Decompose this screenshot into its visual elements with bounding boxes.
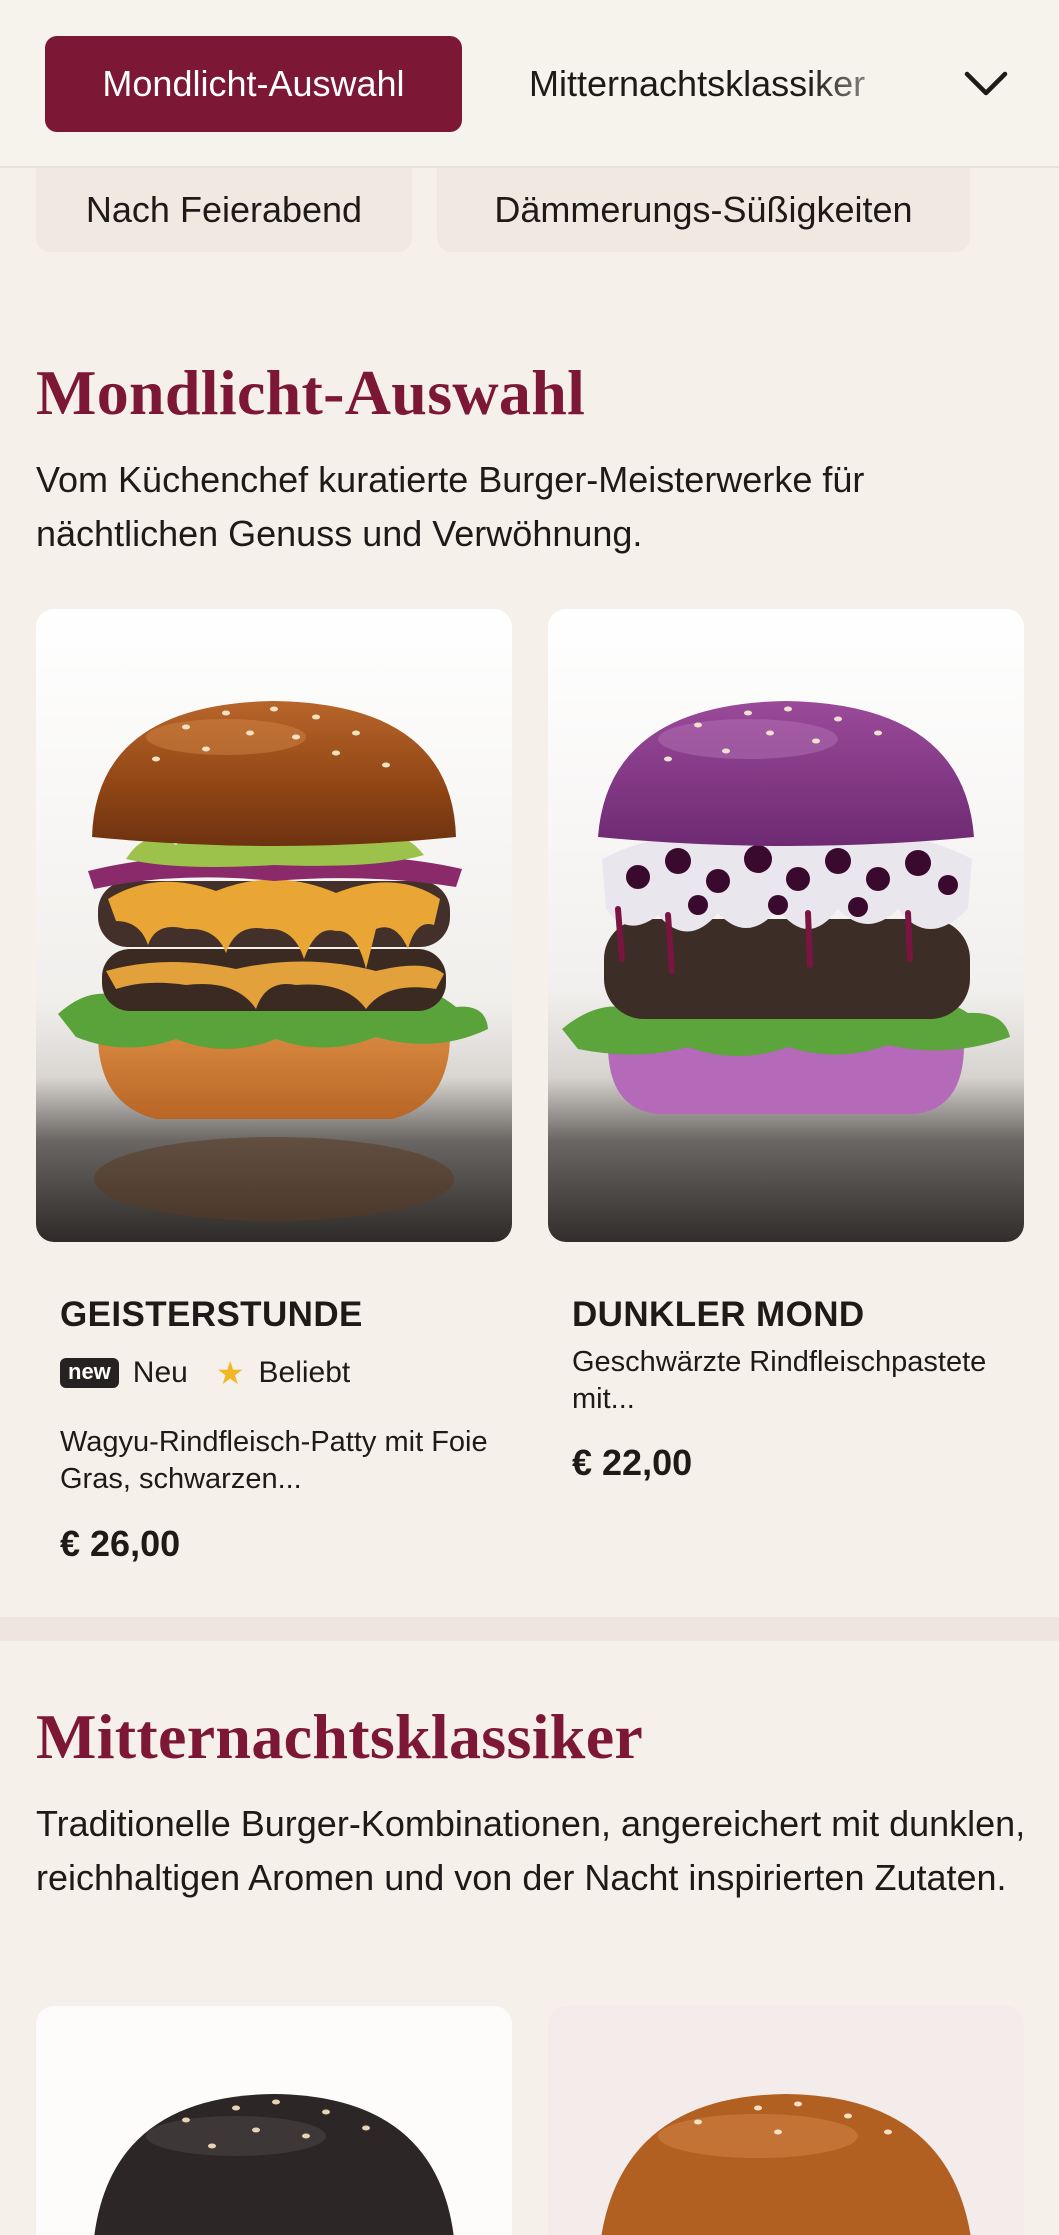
- burger-photo: [36, 2006, 512, 2235]
- popular-badge-label: Beliebt: [258, 1356, 351, 1389]
- category-chip-daemmerungs-suessigkeiten[interactable]: Dämmerungs-Süßigkeiten: [437, 168, 970, 252]
- chevron-down-icon: [964, 71, 1008, 96]
- star-icon: ★: [215, 1355, 245, 1391]
- new-badge-label: Neu: [132, 1356, 188, 1389]
- category-chip-nach-feierabend[interactable]: Nach Feierabend: [36, 168, 412, 252]
- burger-photo: [36, 609, 512, 1242]
- section-description-mitternachtsklassiker: Traditionelle Burger-Kombinationen, ange…: [36, 1803, 1026, 1898]
- menu-item-image-classic-burger[interactable]: [548, 2006, 1024, 2235]
- menu-item-name-geisterstunde[interactable]: GEISTERSTUNDE: [60, 1295, 363, 1335]
- menu-item-image-black-bun-burger[interactable]: [36, 2006, 512, 2235]
- menu-item-description-geisterstunde: Wagyu-Rindfleisch-Patty mit Foie Gras, s…: [60, 1426, 488, 1495]
- section-title-mondlicht: Mondlicht-Auswahl: [36, 357, 586, 428]
- section-description-mondlicht: Vom Küchenchef kuratierte Burger-Meister…: [36, 459, 865, 554]
- menu-item-price-geisterstunde: € 26,00: [60, 1523, 181, 1564]
- menu-item-description-dunkler-mond: Geschwärzte Rindfleischpastete mit...: [572, 1346, 987, 1415]
- menu-item-price-dunkler-mond: € 22,00: [572, 1442, 693, 1483]
- section-divider: [0, 1617, 1059, 1641]
- menu-item-image-dunkler-mond[interactable]: [548, 609, 1024, 1242]
- category-expand-toggle[interactable]: [950, 48, 1022, 120]
- category-nav: Mondlicht-Auswahl Mitternachtsklassiker: [0, 0, 1059, 168]
- menu-item-badges: new Neu ★ Beliebt: [60, 1354, 350, 1392]
- burger-photo: [548, 2006, 1024, 2235]
- category-tab-active[interactable]: Mondlicht-Auswahl: [45, 36, 462, 132]
- new-badge: new: [60, 1358, 119, 1388]
- burger-photo: [548, 609, 1024, 1242]
- section-title-mitternachtsklassiker: Mitternachtsklassiker: [36, 1701, 644, 1772]
- category-tab-next[interactable]: Mitternachtsklassiker: [529, 36, 929, 132]
- menu-item-image-geisterstunde[interactable]: [36, 609, 512, 1242]
- menu-item-name-dunkler-mond[interactable]: DUNKLER MOND: [572, 1295, 865, 1335]
